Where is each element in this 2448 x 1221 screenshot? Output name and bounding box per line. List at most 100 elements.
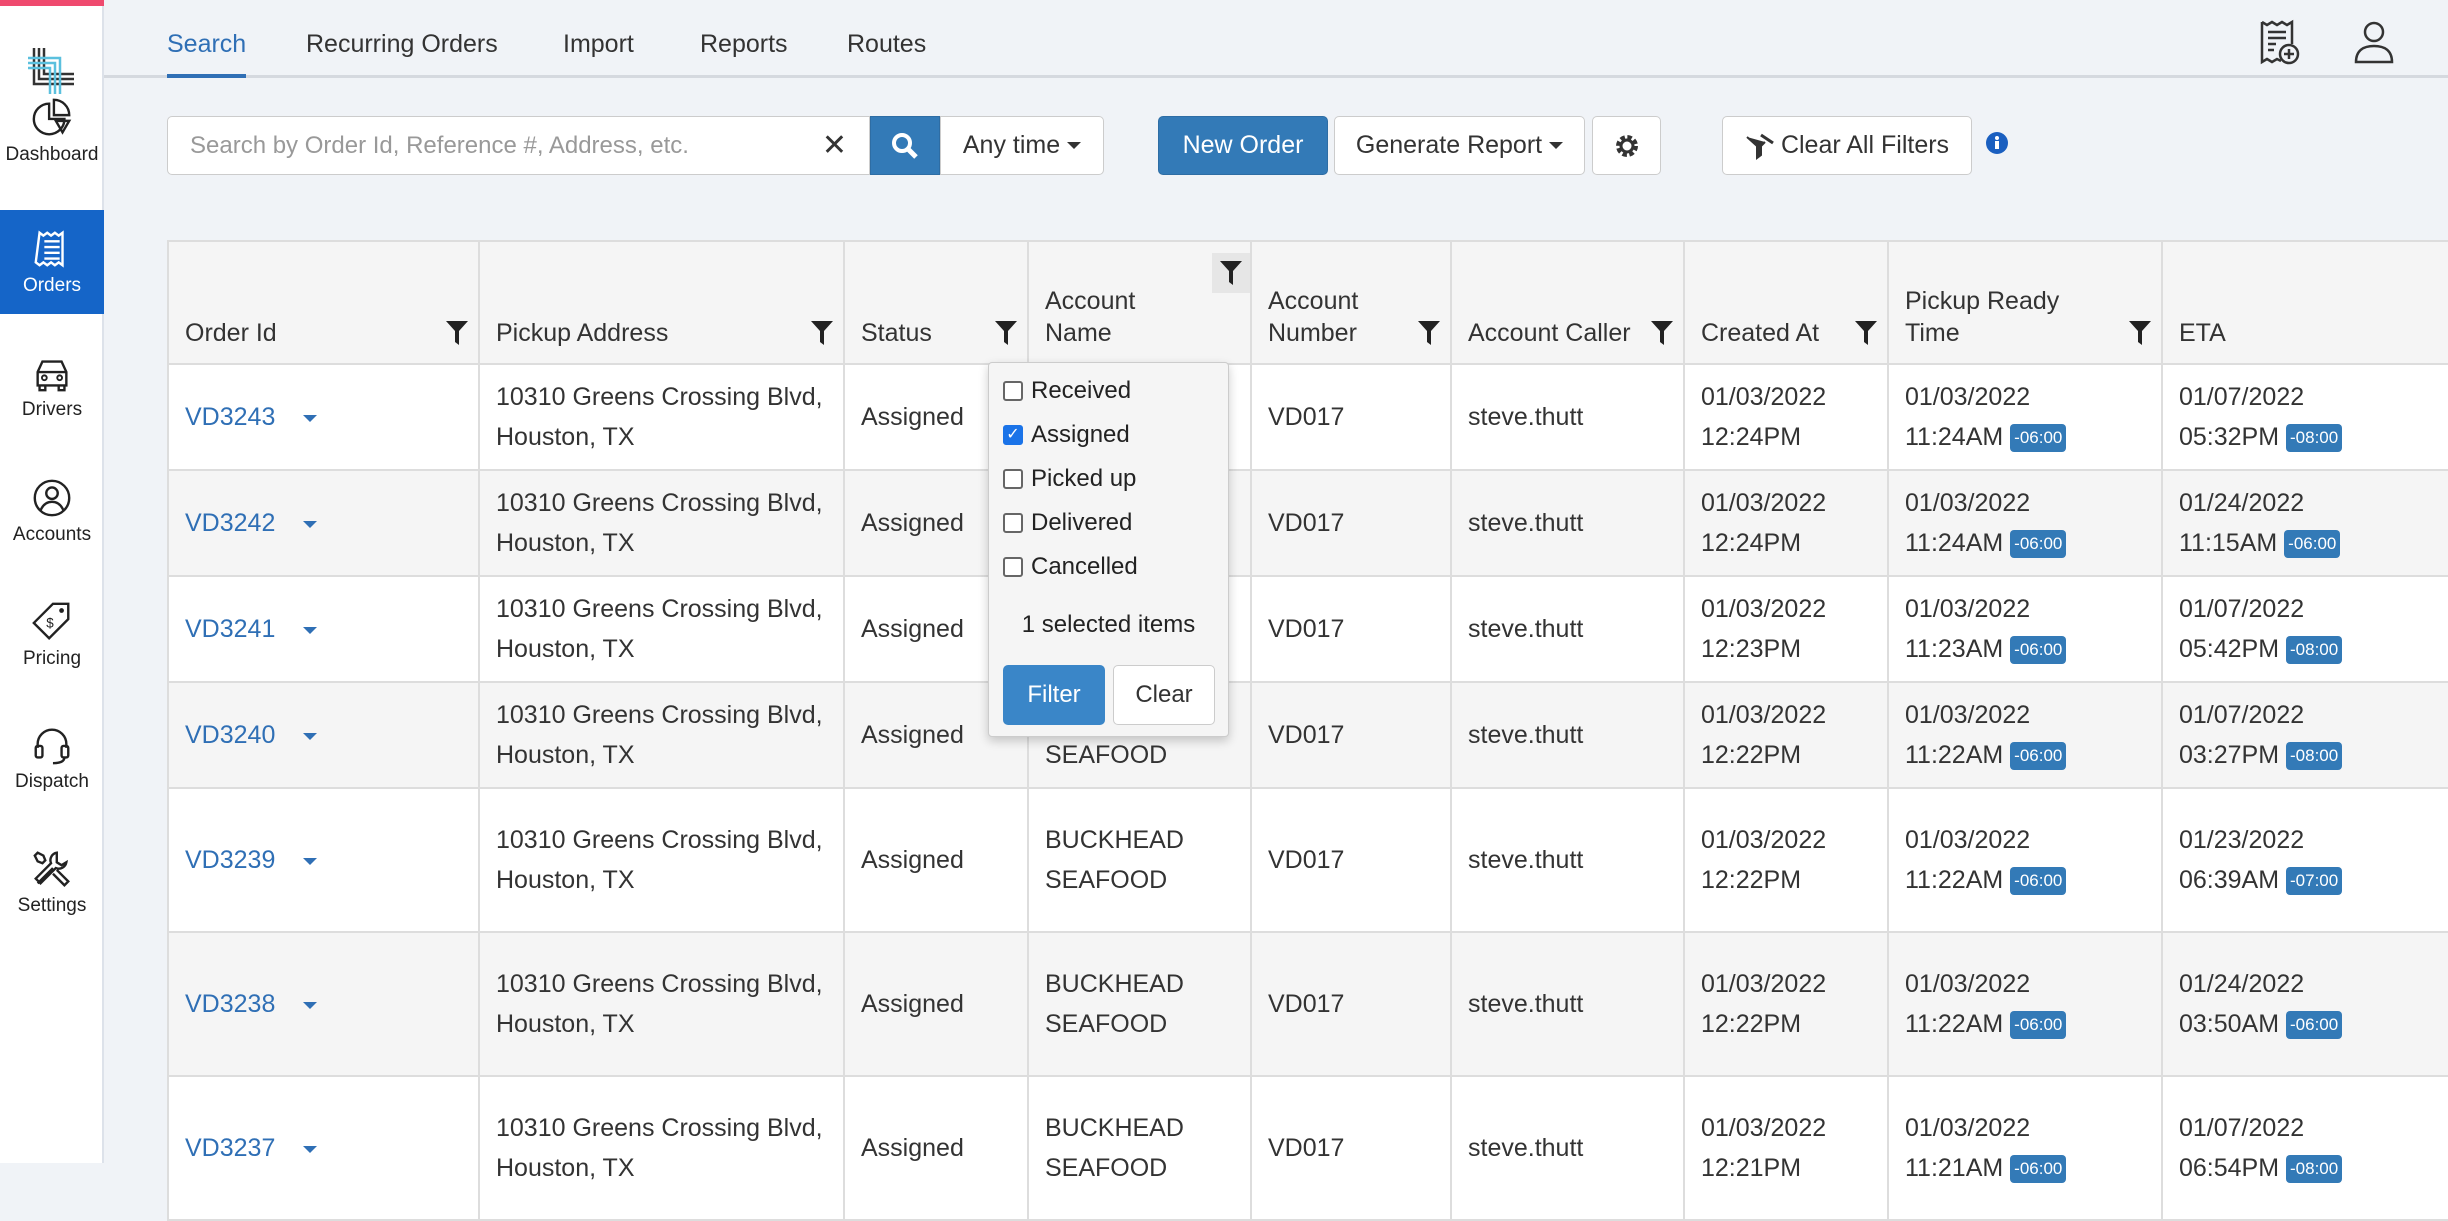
caret-down-icon[interactable] <box>303 520 318 528</box>
tab-recurring-orders[interactable]: Recurring Orders <box>306 30 498 59</box>
filter-icon[interactable] <box>995 321 1017 345</box>
pickup-time: 11:22AM <box>1905 1010 2004 1038</box>
account-number: VD017 <box>1268 846 1345 874</box>
status-option-picked-up[interactable]: Picked up <box>1003 465 1136 493</box>
clear-search-icon[interactable]: ✕ <box>822 128 847 163</box>
pickup-address-line2: Houston, TX <box>496 741 635 769</box>
order-id-link[interactable]: VD3237 <box>185 1134 275 1162</box>
eta-date: 01/23/2022 <box>2179 826 2305 854</box>
status-option-received[interactable]: Received <box>1003 377 1131 405</box>
eta-date: 01/07/2022 <box>2179 1114 2305 1142</box>
status-option-delivered[interactable]: Delivered <box>1003 509 1132 537</box>
account-number: VD017 <box>1268 615 1345 643</box>
filter-icon[interactable] <box>1651 321 1673 345</box>
table-row[interactable]: VD3240 10310 Greens Crossing Blvd, Housto… <box>167 681 2448 789</box>
sidebar-item-dispatch[interactable]: Dispatch <box>0 706 104 810</box>
column-header-label: Account Number <box>1268 287 1359 347</box>
pickup-date: 01/03/2022 <box>1905 595 2031 623</box>
created-date: 01/03/2022 <box>1701 1114 1827 1142</box>
table-row[interactable]: VD3242 10310 Greens Crossing Blvd, Housto… <box>167 469 2448 577</box>
time-range-dropdown[interactable]: Any time <box>940 116 1104 175</box>
timezone-badge: -06:00 <box>2010 1155 2067 1184</box>
pickup-time: 11:22AM <box>1905 741 2004 769</box>
order-id-link[interactable]: VD3241 <box>185 615 275 643</box>
clear-all-filters-button[interactable]: Clear All Filters <box>1722 116 1972 175</box>
price-tag-icon: $ <box>32 602 70 640</box>
table-row[interactable]: VD3243 10310 Greens Crossing Blvd, Housto… <box>167 363 2448 471</box>
pickup-address-line1: 10310 Greens Crossing Blvd, <box>496 970 823 998</box>
account-caller: steve.thutt <box>1468 403 1584 431</box>
created-date: 01/03/2022 <box>1701 826 1827 854</box>
status-option-cancelled[interactable]: Cancelled <box>1003 553 1138 581</box>
checkbox[interactable] <box>1003 557 1023 577</box>
column-header-pickup-address: Pickup Address <box>478 240 845 365</box>
caret-down-icon[interactable] <box>303 626 318 634</box>
eta-time: 05:42PM <box>2179 635 2280 663</box>
order-id-link[interactable]: VD3238 <box>185 990 275 1018</box>
table-row[interactable]: VD3241 10310 Greens Crossing Blvd, Housto… <box>167 575 2448 683</box>
filter-icon[interactable] <box>1212 253 1250 293</box>
sidebar-item-label: Dashboard <box>5 144 99 165</box>
created-time: 12:24PM <box>1701 529 1802 557</box>
clear-button[interactable]: Clear <box>1113 665 1215 725</box>
status-text: Assigned <box>861 509 964 537</box>
table-row[interactable]: VD3238 10310 Greens Crossing Blvd, Housto… <box>167 931 2448 1077</box>
sidebar-item-drivers[interactable]: Drivers <box>0 334 104 438</box>
sidebar-item-orders[interactable]: Orders <box>0 210 104 314</box>
filter-icon[interactable] <box>1855 321 1877 345</box>
new-order-button[interactable]: New Order <box>1158 116 1328 175</box>
search-button[interactable] <box>870 116 940 175</box>
column-header-label: Account Caller <box>1468 319 1631 347</box>
order-id-link[interactable]: VD3242 <box>185 509 275 537</box>
sidebar-item-accounts[interactable]: Accounts <box>0 459 104 563</box>
checkbox[interactable] <box>1003 381 1023 401</box>
tab-routes[interactable]: Routes <box>847 30 926 59</box>
table-row[interactable]: VD3239 10310 Greens Crossing Blvd, Housto… <box>167 787 2448 933</box>
sidebar-item-label: Accounts <box>12 524 92 545</box>
order-id-link[interactable]: VD3243 <box>185 403 275 431</box>
sidebar-item-settings[interactable]: Settings <box>0 830 104 934</box>
checkbox[interactable] <box>1003 513 1023 533</box>
caret-down-icon[interactable] <box>303 1145 318 1153</box>
created-time: 12:24PM <box>1701 423 1802 451</box>
account-caller: steve.thutt <box>1468 846 1584 874</box>
selected-count: 1 selected items <box>1021 611 1196 638</box>
orders-table: Order Id Pickup Address Status Account Name A… <box>167 240 2448 1221</box>
order-id-link[interactable]: VD3240 <box>185 721 275 749</box>
filter-icon[interactable] <box>811 321 833 345</box>
caret-down-icon[interactable] <box>303 732 318 740</box>
info-icon[interactable] <box>1986 132 2008 154</box>
caret-down-icon[interactable] <box>303 857 318 865</box>
caret-down-icon[interactable] <box>303 1001 318 1009</box>
gear-icon <box>1615 134 1638 157</box>
pickup-date: 01/03/2022 <box>1905 826 2031 854</box>
table-row[interactable]: VD3237 10310 Greens Crossing Blvd, Housto… <box>167 1075 2448 1221</box>
caret-down-icon[interactable] <box>303 414 318 422</box>
tab-search[interactable]: Search <box>167 30 247 78</box>
status-option-assigned[interactable]: ✓ Assigned <box>1003 421 1130 449</box>
new-receipt-icon[interactable] <box>2256 18 2304 66</box>
generate-report-dropdown[interactable]: Generate Report <box>1334 116 1585 175</box>
timezone-badge: -06:00 <box>2010 636 2067 665</box>
order-id-link[interactable]: VD3239 <box>185 846 275 874</box>
receipt-icon <box>34 230 64 268</box>
eta-time: 03:50AM <box>2179 1010 2280 1038</box>
settings-button[interactable] <box>1592 116 1661 175</box>
pickup-address-line2: Houston, TX <box>496 1010 635 1038</box>
tab-import[interactable]: Import <box>563 30 634 59</box>
timezone-badge: -06:00 <box>2284 530 2341 559</box>
filter-icon[interactable] <box>1418 321 1440 345</box>
checkbox[interactable]: ✓ <box>1003 425 1023 445</box>
filter-icon[interactable] <box>446 321 468 345</box>
filter-icon[interactable] <box>2129 321 2151 345</box>
search-input[interactable]: Search by Order Id, Reference #, Address… <box>167 116 870 175</box>
column-header-order-id: Order Id <box>167 240 480 365</box>
user-profile-icon[interactable] <box>2350 18 2398 66</box>
pickup-address-line1: 10310 Greens Crossing Blvd, <box>496 826 823 854</box>
sidebar-item-dashboard[interactable]: Dashboard <box>0 79 104 183</box>
checkbox[interactable] <box>1003 469 1023 489</box>
created-date: 01/03/2022 <box>1701 701 1827 729</box>
sidebar-item-pricing[interactable]: $ Pricing <box>0 583 104 687</box>
tab-reports[interactable]: Reports <box>700 30 788 59</box>
filter-button[interactable]: Filter <box>1003 665 1105 725</box>
